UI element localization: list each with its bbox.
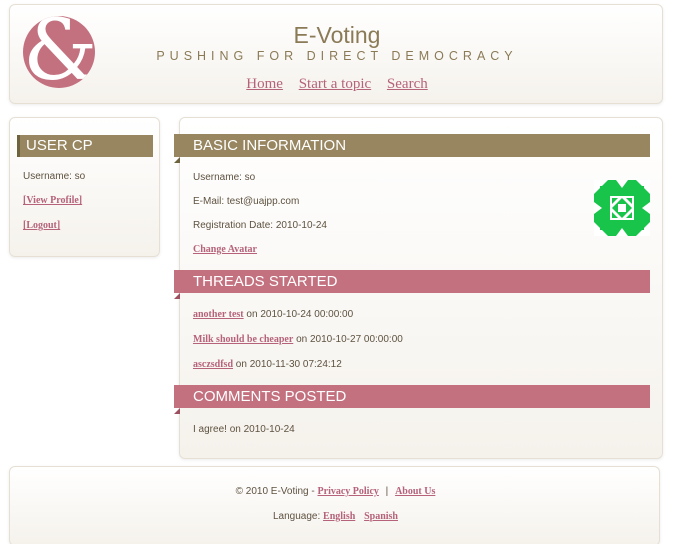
profile-main-panel: BASIC INFORMATION Username: so E-Mail: t…: [174, 117, 663, 459]
footer-separator: |: [385, 486, 389, 497]
thread-date: on 2010-10-27 00:00:00: [293, 334, 403, 345]
main-nav: Home Start a topic Search: [10, 76, 664, 93]
heading-fold: [174, 157, 180, 163]
thread-row: another test on 2010-10-24 00:00:00: [193, 309, 353, 320]
nav-start-topic-link[interactable]: Start a topic: [299, 76, 371, 92]
thread-link[interactable]: Milk should be cheaper: [193, 334, 293, 345]
profile-email: E-Mail: test@uajpp.com: [193, 196, 300, 207]
sidebar-username: Username: so: [23, 171, 86, 182]
thread-link[interactable]: another test: [193, 309, 244, 320]
nav-search-link[interactable]: Search: [387, 76, 428, 92]
thread-date: on 2010-10-24 00:00:00: [243, 309, 354, 320]
language-row: Language: English Spanish: [10, 511, 661, 522]
user-cp-panel: USER CP Username: so [View Profile] [Log…: [9, 117, 160, 257]
thread-date: on 2010-11-30 07:24:12: [233, 359, 342, 370]
site-header: & E-Voting PUSHING FOR DIRECT DEMOCRACY …: [9, 4, 663, 104]
thread-row: asczsdfsd on 2010-11-30 07:24:12: [193, 359, 342, 370]
site-footer: © 2010 E-Voting - Privacy Policy | About…: [9, 466, 660, 544]
nav-home-link[interactable]: Home: [246, 76, 283, 92]
language-label: Language:: [272, 511, 324, 522]
view-profile-link[interactable]: [View Profile]: [23, 195, 82, 206]
privacy-policy-link[interactable]: Privacy Policy: [318, 486, 379, 497]
user-avatar: [594, 180, 650, 236]
thread-row: Milk should be cheaper on 2010-10-27 00:…: [193, 334, 403, 345]
profile-registration-date: Registration Date: 2010-10-24: [193, 220, 327, 231]
user-cp-heading: USER CP: [17, 135, 153, 157]
comment-item: I agree! on 2010-10-24: [193, 424, 295, 435]
change-avatar-link[interactable]: Change Avatar: [193, 244, 257, 255]
comments-posted-heading: COMMENTS POSTED: [174, 385, 650, 408]
heading-fold: [174, 408, 180, 414]
about-us-link[interactable]: About Us: [395, 486, 435, 497]
identicon-icon: [594, 180, 650, 236]
language-english-link[interactable]: English: [323, 511, 355, 522]
heading-fold: [174, 293, 180, 299]
logout-link[interactable]: [Logout]: [23, 220, 60, 231]
threads-started-heading: THREADS STARTED: [174, 270, 650, 293]
site-tagline: PUSHING FOR DIRECT DEMOCRACY: [156, 49, 518, 63]
basic-info-heading: BASIC INFORMATION: [174, 134, 650, 157]
thread-link[interactable]: asczsdfsd: [193, 359, 233, 370]
language-spanish-link[interactable]: Spanish: [364, 511, 398, 522]
site-title: E-Voting: [293, 22, 381, 48]
footer-links-row: © 2010 E-Voting - Privacy Policy | About…: [10, 486, 661, 497]
copyright-text: © 2010 E-Voting -: [235, 486, 318, 497]
profile-username: Username: so: [193, 172, 256, 183]
